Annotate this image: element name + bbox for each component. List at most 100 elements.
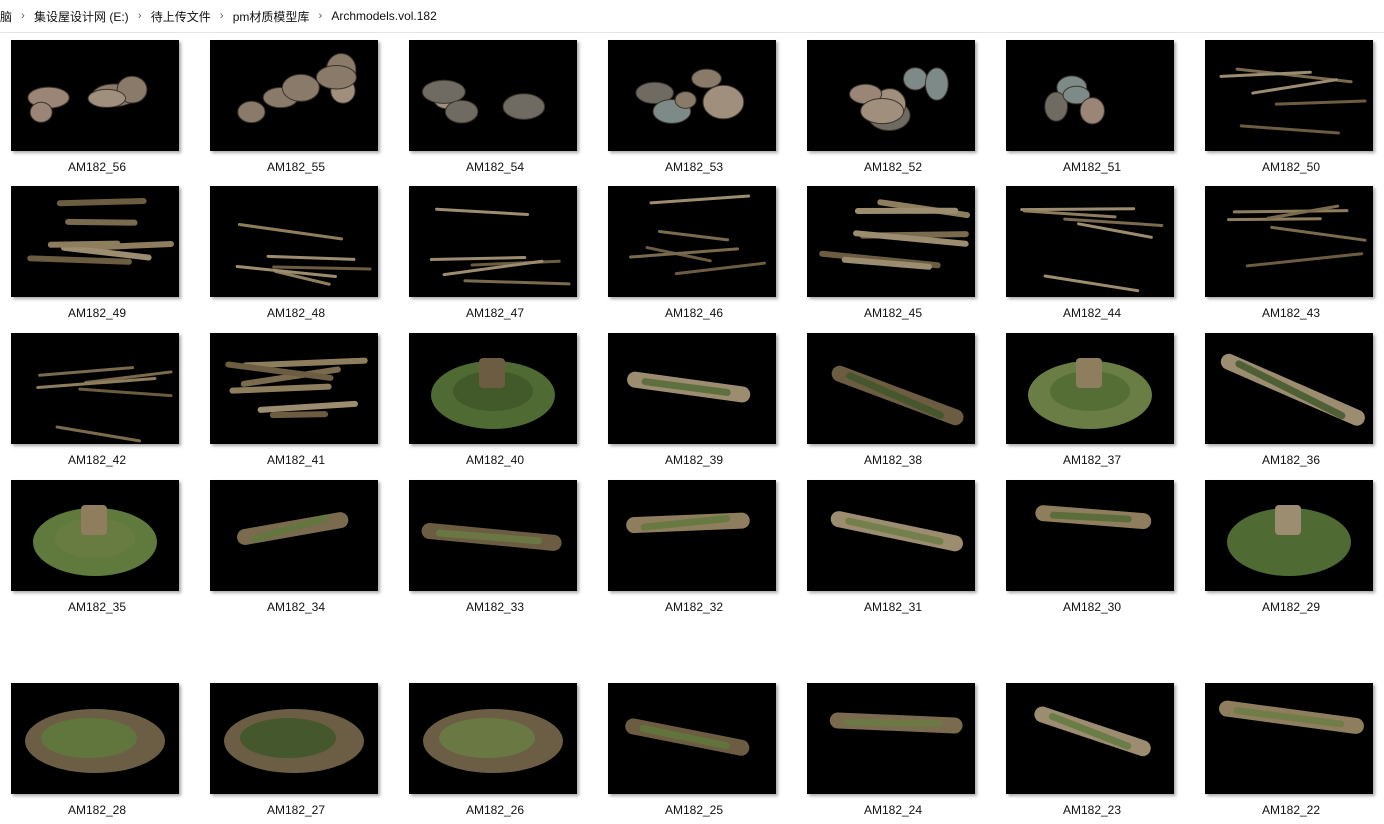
file-thumbnail[interactable]: [1006, 683, 1174, 794]
file-item[interactable]: AM182_23: [995, 683, 1175, 823]
file-item[interactable]: AM182_39: [597, 333, 777, 473]
thumbnail-shape: [257, 400, 358, 413]
file-name-label: AM182_32: [664, 600, 724, 614]
file-item[interactable]: AM182_47: [398, 186, 578, 326]
file-thumbnail[interactable]: [807, 40, 975, 151]
file-name-label: AM182_35: [67, 600, 127, 614]
thumbnail-image: [1028, 358, 1152, 429]
file-thumbnail[interactable]: [11, 683, 179, 794]
file-item[interactable]: AM182_33: [398, 480, 578, 620]
thumbnail-shape: [924, 67, 949, 101]
file-item[interactable]: AM182_46: [597, 186, 777, 326]
file-thumbnail[interactable]: [1205, 186, 1373, 297]
file-item[interactable]: AM182_26: [398, 683, 578, 823]
file-item[interactable]: AM182_53: [597, 40, 777, 180]
file-thumbnail[interactable]: [1006, 480, 1174, 591]
file-thumbnail[interactable]: [11, 333, 179, 444]
file-thumbnail[interactable]: [210, 186, 378, 297]
file-thumbnail[interactable]: [807, 683, 975, 794]
thumbnail-shape: [1077, 222, 1153, 239]
file-item[interactable]: AM182_44: [995, 186, 1175, 326]
file-thumbnail[interactable]: [807, 333, 975, 444]
file-name-label: AM182_54: [465, 160, 525, 174]
file-item[interactable]: AM182_34: [199, 480, 379, 620]
file-thumbnail[interactable]: [608, 480, 776, 591]
file-thumbnail[interactable]: [409, 186, 577, 297]
thumbnail-image: [431, 358, 555, 429]
file-item[interactable]: AM182_51: [995, 40, 1175, 180]
file-thumbnail[interactable]: [608, 683, 776, 794]
file-item[interactable]: AM182_30: [995, 480, 1175, 620]
file-item[interactable]: AM182_25: [597, 683, 777, 823]
file-thumbnail[interactable]: [1205, 40, 1373, 151]
file-name-label: AM182_31: [863, 600, 923, 614]
file-item[interactable]: AM182_37: [995, 333, 1175, 473]
file-name-label: AM182_25: [664, 803, 724, 817]
thumbnail-shape: [1270, 225, 1367, 242]
file-thumbnail[interactable]: [608, 186, 776, 297]
file-thumbnail[interactable]: [1006, 40, 1174, 151]
file-item[interactable]: AM182_48: [199, 186, 379, 326]
file-item[interactable]: AM182_40: [398, 333, 578, 473]
file-thumbnail[interactable]: [210, 333, 378, 444]
thumbnail-shape: [649, 194, 751, 205]
thumbnail-shape: [81, 505, 107, 535]
file-item[interactable]: AM182_50: [1194, 40, 1374, 180]
thumbnail-shape: [237, 222, 344, 241]
file-grid: AM182_56 AM182_55 AM182_54 AM182_53 AM182_52…: [0, 0, 1384, 824]
file-item[interactable]: AM182_29: [1194, 480, 1374, 620]
file-thumbnail[interactable]: [1006, 186, 1174, 297]
file-thumbnail[interactable]: [11, 480, 179, 591]
file-item[interactable]: AM182_32: [597, 480, 777, 620]
file-item[interactable]: AM182_45: [796, 186, 976, 326]
file-item[interactable]: AM182_28: [0, 683, 180, 823]
file-item[interactable]: AM182_42: [0, 333, 180, 473]
thumbnail-image: [625, 718, 750, 756]
file-item[interactable]: AM182_27: [199, 683, 379, 823]
file-item[interactable]: AM182_35: [0, 480, 180, 620]
thumbnail-image: [849, 67, 949, 131]
file-thumbnail[interactable]: [210, 683, 378, 794]
file-thumbnail[interactable]: [1205, 333, 1373, 444]
thumbnail-shape: [902, 67, 928, 91]
file-thumbnail[interactable]: [409, 480, 577, 591]
thumbnail-shape: [1245, 252, 1364, 268]
file-name-label: AM182_34: [266, 600, 326, 614]
file-item[interactable]: AM182_56: [0, 40, 180, 180]
file-item[interactable]: AM182_31: [796, 480, 976, 620]
file-name-label: AM182_24: [863, 803, 923, 817]
thumbnail-shape: [463, 279, 571, 286]
file-thumbnail[interactable]: [1205, 480, 1373, 591]
file-thumbnail[interactable]: [11, 186, 179, 297]
file-thumbnail[interactable]: [1205, 683, 1373, 794]
thumbnail-shape: [502, 93, 546, 120]
thumbnail-image: [25, 709, 165, 773]
file-thumbnail[interactable]: [409, 333, 577, 444]
thumbnail-image: [626, 512, 750, 534]
file-thumbnail[interactable]: [210, 40, 378, 151]
file-thumbnail[interactable]: [807, 480, 975, 591]
file-thumbnail[interactable]: [409, 683, 577, 794]
file-item[interactable]: AM182_36: [1194, 333, 1374, 473]
thumbnail-image: [1227, 204, 1367, 268]
file-thumbnail[interactable]: [210, 480, 378, 591]
file-item[interactable]: AM182_41: [199, 333, 379, 473]
file-item[interactable]: AM182_52: [796, 40, 976, 180]
file-thumbnail[interactable]: [608, 333, 776, 444]
thumbnail-shape: [844, 718, 944, 727]
file-thumbnail[interactable]: [807, 186, 975, 297]
file-item[interactable]: AM182_43: [1194, 186, 1374, 326]
file-item[interactable]: AM182_22: [1194, 683, 1374, 823]
file-thumbnail[interactable]: [409, 40, 577, 151]
thumbnail-image: [629, 194, 766, 276]
thumbnail-shape: [237, 100, 266, 124]
file-thumbnail[interactable]: [608, 40, 776, 151]
file-thumbnail[interactable]: [11, 40, 179, 151]
file-item[interactable]: AM182_38: [796, 333, 976, 473]
file-thumbnail[interactable]: [1006, 333, 1174, 444]
file-item[interactable]: AM182_55: [199, 40, 379, 180]
file-item[interactable]: AM182_24: [796, 683, 976, 823]
thumbnail-shape: [444, 99, 479, 124]
file-item[interactable]: AM182_54: [398, 40, 578, 180]
file-item[interactable]: AM182_49: [0, 186, 180, 326]
